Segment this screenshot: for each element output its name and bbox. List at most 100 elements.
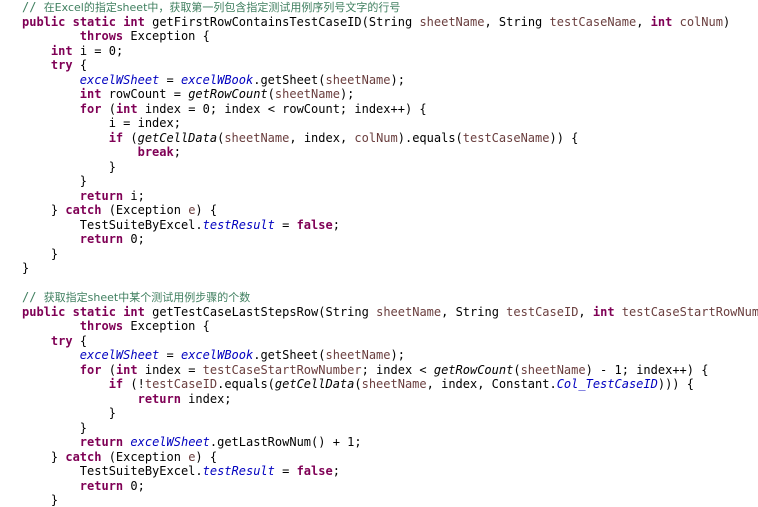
code-line: i = index; [0, 116, 758, 131]
code-line: return 0; [0, 232, 758, 247]
code-token-plain: String [498, 14, 543, 29]
code-token-keyword: int [115, 362, 138, 377]
code-token-plain: ; index < rowCount; index++) { [209, 101, 427, 116]
code-token-keyword: try [50, 333, 73, 348]
code-line: throws Exception { [0, 319, 758, 334]
code-token-keyword: public [22, 14, 66, 29]
code-line: return index; [0, 392, 758, 407]
code-line: TestSuiteByExcel.testResult = false; [0, 218, 758, 233]
code-token-plain: index = [137, 101, 203, 116]
code-token-param: sheetName [419, 14, 485, 29]
code-token-plain: ; [332, 464, 340, 478]
code-line: return i; [0, 189, 758, 204]
code-token-plain: ( [101, 362, 116, 377]
code-token-param: sheetName [274, 87, 340, 101]
code-line: try { [0, 334, 758, 349]
code-token-comment: // [22, 290, 44, 304]
code-token-plain: Exception { [123, 29, 210, 43]
code-token-comment: 获取指定sheet中某个测试用例步骤的个数 [43, 291, 251, 304]
code-line: excelWSheet = excelWBook.getSheet(sheetN… [0, 348, 758, 363]
code-token-field: excelWBook [180, 72, 254, 87]
code-line: } [0, 421, 758, 436]
code-token-plain: .getLastRowNum() + [209, 435, 348, 449]
code-line: // 获取指定sheet中某个测试用例步骤的个数 [0, 290, 758, 305]
code-token-plain: index; [180, 391, 232, 406]
code-line: // 在Excel的指定sheet中，获取第一列包含指定测试用例序列号文字的行号 [0, 0, 758, 15]
code-token-plain: index [303, 130, 340, 145]
code-token-number: 0 [202, 101, 210, 116]
code-line: break; [0, 145, 758, 160]
code-token-plain: ( [101, 101, 116, 116]
code-token-keyword: return [79, 232, 124, 246]
code-token-plain: , [441, 304, 456, 319]
code-token-plain: ) [722, 14, 731, 29]
code-token-number: 0 [130, 232, 138, 246]
code-token-plain: ; [173, 145, 181, 159]
code-token-plain: i = index; [22, 116, 181, 130]
code-token-param: testCaseName [549, 14, 637, 29]
code-token-field: testResult [202, 464, 275, 478]
code-token-plain: ).equals( [397, 130, 463, 145]
code-token-param: testCaseStartRowNumber [202, 362, 362, 377]
code-token-field: excelWBook [180, 348, 254, 362]
code-line: } [0, 261, 758, 276]
code-token-keyword: for [79, 101, 102, 116]
code-token-plain: ; [115, 43, 124, 58]
code-token-param: testCaseID [506, 304, 579, 319]
code-token-plain: ) { [195, 449, 218, 464]
code-token-field: excelWSheet [79, 348, 160, 362]
code-token-plain: index [441, 377, 478, 391]
code-line: TestSuiteByExcel.testResult = false; [0, 464, 758, 479]
code-token-plain: } [22, 203, 66, 217]
code-token-plain: } [22, 246, 59, 261]
code-token-plain: = [274, 217, 297, 232]
code-token-field: testResult [202, 217, 275, 232]
code-token-plain: } [22, 261, 30, 275]
code-token-plain: rowCount = [101, 87, 189, 101]
code-token-plain: i; [123, 188, 145, 203]
code-token-plain: , Constant. [477, 377, 557, 391]
code-line: } catch (Exception e) { [0, 203, 758, 218]
code-line: public static int getTestCaseLastStepsRo… [0, 305, 758, 320]
code-line: throws Exception { [0, 29, 758, 44]
code-line: if (getCellData(sheetName, index, colNum… [0, 131, 758, 146]
code-token-plain: (Exception [101, 203, 189, 217]
code-line: excelWSheet = excelWBook.getSheet(sheetN… [0, 73, 758, 88]
code-token-param: sheetName [361, 377, 427, 391]
code-token-plain: .getSheet( [253, 348, 326, 362]
code-token-plain: ( [354, 377, 362, 391]
code-token-plain: ; [137, 232, 145, 246]
code-line: } [0, 174, 758, 189]
code-token-plain: ) - [585, 362, 615, 377]
code-token-keyword: int [123, 14, 145, 29]
code-token-keyword: false [296, 217, 333, 232]
code-token-keyword: break [137, 145, 174, 159]
code-token-plain: { [72, 333, 88, 348]
code-token-field: excelWSheet [130, 435, 210, 449]
code-token-number: 0 [108, 43, 116, 58]
code-token-plain: ; [354, 435, 362, 449]
code-token-keyword: int [592, 304, 615, 319]
code-token-plain: .equals( [217, 377, 275, 391]
code-token-method: getRowCount [433, 362, 514, 377]
code-token-method: getCellData [274, 377, 355, 391]
code-token-plain: Exception { [123, 319, 210, 333]
code-token-plain: = [159, 72, 181, 87]
code-token-plain: ))) { [657, 377, 694, 391]
code-line: if (!testCaseID.equals(getCellData(sheet… [0, 377, 758, 392]
code-editor-viewport[interactable]: // 在Excel的指定sheet中，获取第一列包含指定测试用例序列号文字的行号… [0, 0, 758, 507]
code-token-plain: } [22, 449, 66, 464]
code-token-keyword: int [50, 43, 73, 58]
